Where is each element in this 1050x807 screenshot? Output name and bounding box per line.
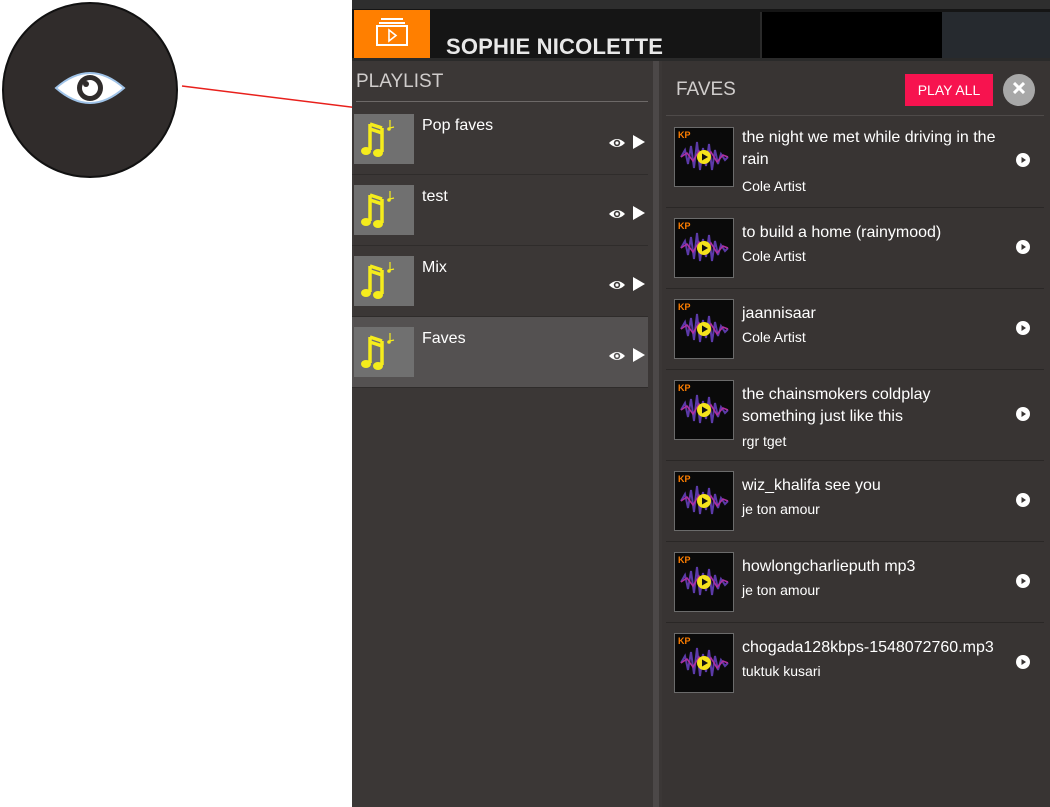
- playlist-item-name: test: [422, 188, 448, 205]
- play-triangle-icon[interactable]: [632, 135, 646, 154]
- track-artist: je ton amour: [742, 582, 820, 598]
- faves-panel: FAVES PLAY ALL KP the night we met while…: [662, 61, 1050, 807]
- column-divider: [653, 61, 659, 807]
- track-thumbnail: KP: [674, 552, 734, 612]
- zoom-callout: [2, 2, 178, 178]
- playlist-item-selected[interactable]: Faves: [352, 317, 648, 388]
- play-circle-icon[interactable]: [1016, 655, 1030, 674]
- track-thumbnail: KP: [674, 299, 734, 359]
- playlist-heading: PLAYLIST: [356, 71, 444, 92]
- track-artist: tuktuk kusari: [742, 663, 821, 679]
- track-thumbnail: KP: [674, 127, 734, 187]
- music-notes-icon: [354, 185, 414, 235]
- play-triangle-icon[interactable]: [632, 206, 646, 225]
- track-artist: Cole Artist: [742, 178, 806, 194]
- svg-text:KP: KP: [678, 555, 691, 565]
- app-logo-button[interactable]: [354, 10, 430, 58]
- playlist-item[interactable]: test: [352, 175, 648, 246]
- track-title: howlongcharlieputh mp3: [742, 558, 916, 575]
- track-title: wiz_khalifa see you: [742, 477, 881, 494]
- play-triangle-icon[interactable]: [632, 348, 646, 367]
- close-icon: [1012, 81, 1026, 99]
- music-notes-icon: [354, 114, 414, 164]
- svg-text:KP: KP: [678, 130, 691, 140]
- track-row[interactable]: KP the night we met while driving in the…: [666, 117, 1044, 208]
- music-notes-icon: [354, 256, 414, 306]
- track-artist: Cole Artist: [742, 248, 806, 264]
- track-artist: rgr tget: [742, 433, 787, 449]
- play-circle-icon[interactable]: [1016, 574, 1030, 593]
- play-circle-icon[interactable]: [1016, 407, 1030, 426]
- svg-text:KP: KP: [678, 302, 691, 312]
- track-thumbnail: KP: [674, 471, 734, 531]
- eye-icon[interactable]: [608, 136, 626, 154]
- faves-heading: FAVES: [676, 79, 736, 100]
- playlist-item-name: Mix: [422, 259, 447, 276]
- track-row[interactable]: KP wiz_khalifa see you je ton amour: [666, 461, 1044, 542]
- svg-text:KP: KP: [678, 636, 691, 646]
- top-tab-2[interactable]: [942, 12, 1050, 58]
- track-title: jaannisaar: [742, 305, 816, 322]
- track-row[interactable]: KP to build a home (rainymood) Cole Arti…: [666, 208, 1044, 289]
- track-row[interactable]: KP jaannisaar Cole Artist: [666, 289, 1044, 370]
- artist-name: SOPHIE NICOLETTE: [446, 34, 664, 59]
- track-artist: Cole Artist: [742, 329, 806, 345]
- eye-icon[interactable]: [608, 207, 626, 225]
- play-circle-icon[interactable]: [1016, 493, 1030, 512]
- track-title: the chainsmokers coldplay something just…: [742, 386, 931, 425]
- music-app: SOPHIE NICOLETTE PLAYLIST Pop faves test…: [352, 0, 1050, 807]
- play-circle-icon[interactable]: [1016, 240, 1030, 259]
- play-circle-icon[interactable]: [1016, 321, 1030, 340]
- playlist-item[interactable]: Mix: [352, 246, 648, 317]
- eye-icon: [53, 66, 127, 115]
- track-row[interactable]: KP howlongcharlieputh mp3 je ton amour: [666, 542, 1044, 623]
- track-thumbnail: KP: [674, 218, 734, 278]
- play-triangle-icon[interactable]: [632, 277, 646, 296]
- track-artist: je ton amour: [742, 501, 820, 517]
- track-thumbnail: KP: [674, 633, 734, 693]
- svg-text:KP: KP: [678, 383, 691, 393]
- track-title: the night we met while driving in the ra…: [742, 129, 996, 168]
- close-button[interactable]: [1003, 74, 1035, 106]
- track-title: chogada128kbps-1548072760.mp3: [742, 639, 994, 656]
- track-row[interactable]: KP chogada128kbps-1548072760.mp3 tuktuk …: [666, 623, 1044, 703]
- playlist-item[interactable]: Pop faves: [352, 104, 648, 175]
- video-playlist-icon: [375, 17, 409, 52]
- play-all-button[interactable]: PLAY ALL: [905, 74, 993, 106]
- track-title: to build a home (rainymood): [742, 224, 942, 241]
- music-notes-icon: [354, 327, 414, 377]
- track-thumbnail: KP: [674, 380, 734, 440]
- play-circle-icon[interactable]: [1016, 153, 1030, 172]
- eye-icon[interactable]: [608, 278, 626, 296]
- top-tab-1[interactable]: [760, 12, 942, 58]
- track-row[interactable]: KP the chainsmokers coldplay something j…: [666, 370, 1044, 461]
- top-bar: SOPHIE NICOLETTE: [352, 0, 1050, 61]
- playlist-item-name: Pop faves: [422, 117, 494, 134]
- playlist-panel: PLAYLIST Pop faves test Mix Faves: [352, 61, 650, 807]
- playlist-item-name: Faves: [422, 330, 466, 347]
- svg-text:KP: KP: [678, 474, 691, 484]
- svg-text:KP: KP: [678, 221, 691, 231]
- eye-icon[interactable]: [608, 349, 626, 367]
